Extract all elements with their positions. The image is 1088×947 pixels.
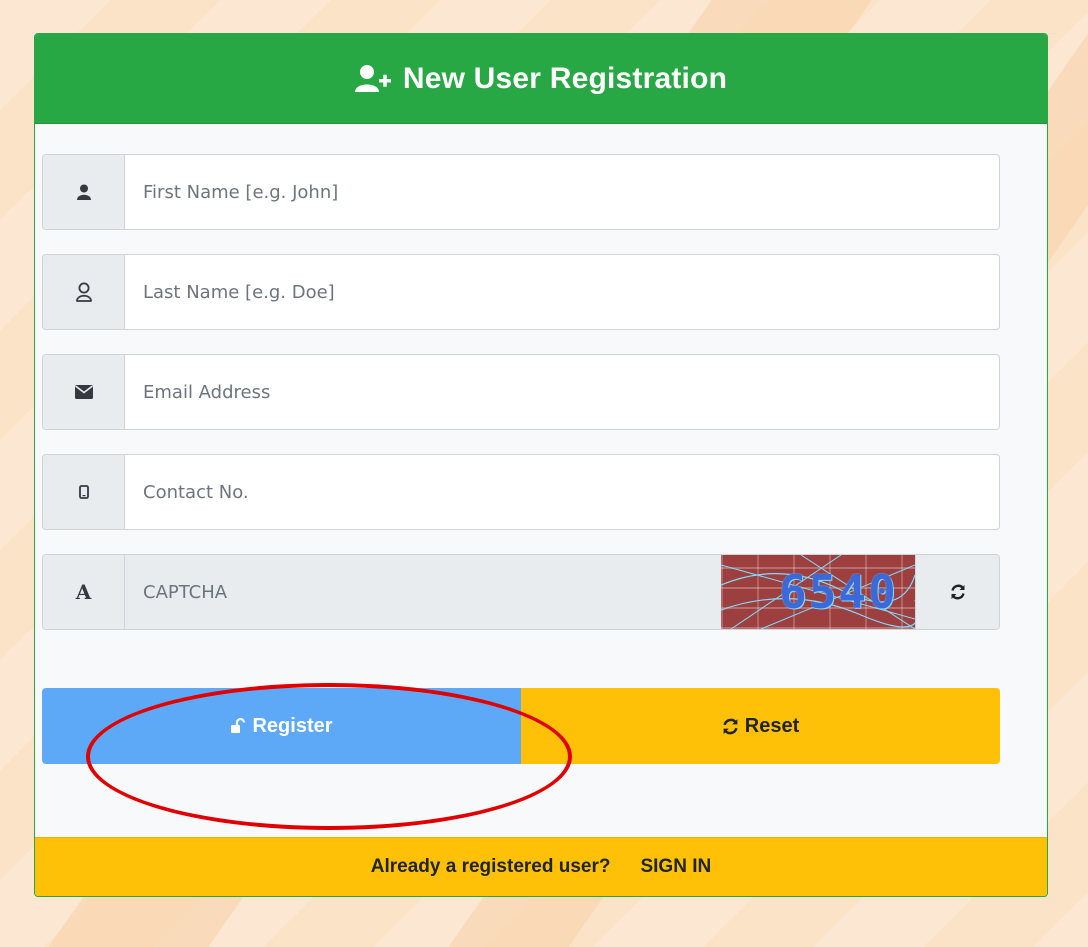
- user-outline-icon: [43, 255, 125, 329]
- user-plus-icon: [354, 64, 393, 94]
- captcha-image: 6540: [721, 555, 915, 629]
- email-group: [42, 354, 1000, 430]
- captcha-group: A 6540: [42, 554, 1000, 630]
- email-input[interactable]: [125, 355, 999, 429]
- refresh-icon: [723, 718, 738, 734]
- reset-label: Reset: [744, 714, 800, 737]
- card-header: New User Registration: [35, 34, 1047, 124]
- refresh-icon: [950, 584, 965, 600]
- font-a-icon: A: [43, 555, 125, 629]
- user-solid-icon: [43, 155, 125, 229]
- contact-number-input[interactable]: [125, 455, 999, 529]
- last-name-group: [42, 254, 1000, 330]
- captcha-input[interactable]: [125, 555, 721, 629]
- reset-button[interactable]: Reset: [521, 688, 1000, 764]
- captcha-code: 6540: [779, 565, 898, 619]
- card-footer: Already a registered user? SIGN IN: [35, 837, 1047, 896]
- unlock-icon: [231, 718, 246, 733]
- captcha-refresh-button[interactable]: [915, 555, 999, 629]
- register-label: Register: [252, 714, 333, 737]
- last-name-input[interactable]: [125, 255, 999, 329]
- envelope-icon: [43, 355, 125, 429]
- mobile-icon: [43, 455, 125, 529]
- register-button[interactable]: Register: [42, 688, 521, 764]
- sign-in-link[interactable]: SIGN IN: [640, 856, 711, 878]
- registered-user-prompt: Already a registered user?: [370, 856, 611, 877]
- contact-group: [42, 454, 1000, 530]
- first-name-input[interactable]: [125, 155, 999, 229]
- form-actions: Register Reset: [42, 688, 1000, 764]
- registration-form: A 6540: [42, 154, 1000, 764]
- first-name-group: [42, 154, 1000, 230]
- page-title: New User Registration: [402, 61, 728, 95]
